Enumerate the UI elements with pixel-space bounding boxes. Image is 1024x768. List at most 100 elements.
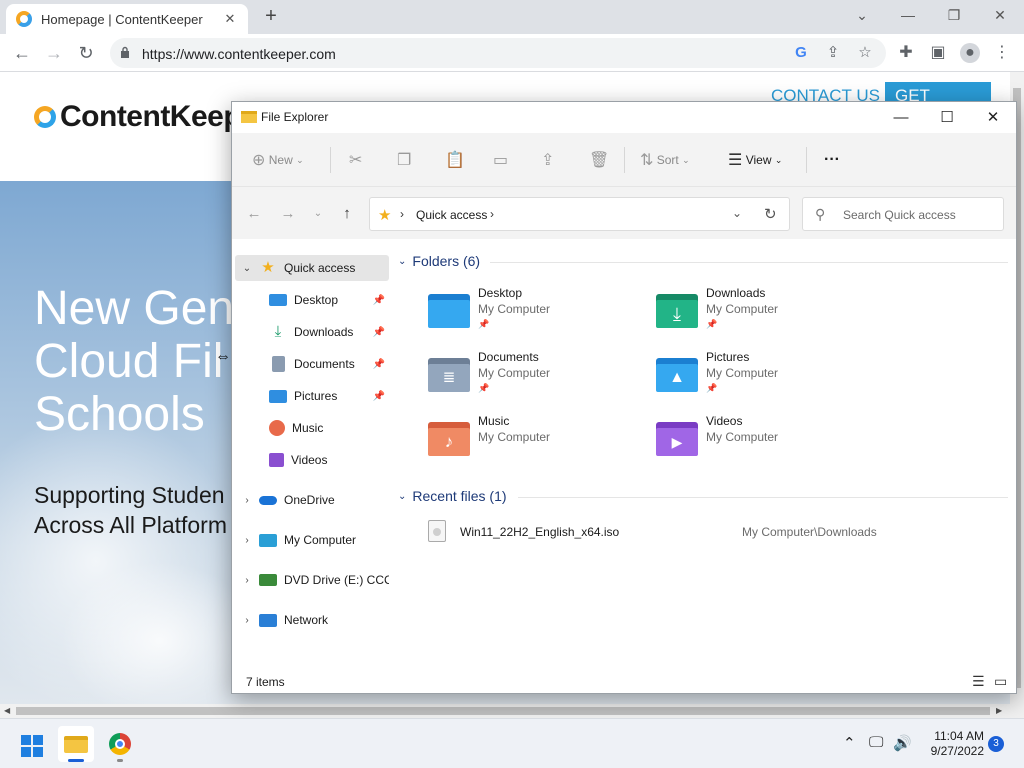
chevron-right-icon[interactable]: ›	[235, 535, 259, 546]
tab-title: Homepage | ContentKeeper	[41, 11, 203, 27]
start-windows-icon[interactable]	[21, 735, 43, 757]
refresh-icon[interactable]: ↻	[764, 205, 777, 223]
chevron-down-icon[interactable]: ⌄	[732, 206, 742, 220]
folder-tile-desktop[interactable]: Desktop My Computer 📌	[428, 286, 648, 342]
close-browser-button[interactable]: ✕	[980, 4, 1020, 26]
recent-file-row[interactable]: Win11_22H2_English_x64.iso My Computer\D…	[418, 520, 998, 544]
tab-close-icon[interactable]: ✕	[222, 11, 238, 27]
folder-tile-downloads[interactable]: ⤓ Downloads My Computer 📌	[656, 286, 876, 342]
delete-button[interactable]: 🗑	[589, 151, 609, 169]
sidebar-item-music[interactable]: Music	[235, 415, 389, 441]
extensions-icon[interactable]: ✚	[896, 43, 916, 63]
back-icon[interactable]: ←	[10, 41, 34, 65]
tab-search-icon[interactable]: ⌄	[842, 4, 882, 26]
chevron-right-icon[interactable]: ›	[235, 495, 259, 506]
folder-name: Desktop	[478, 286, 523, 300]
onedrive-icon	[259, 495, 277, 505]
profile-avatar-icon[interactable]: ●	[960, 43, 980, 63]
pin-icon: 📌	[478, 383, 490, 393]
sidebar-item-quick-access[interactable]: ⌄ ★ Quick access	[235, 255, 389, 281]
new-tab-button[interactable]: +	[260, 6, 282, 28]
network-monitor-icon[interactable]: 🖵	[869, 734, 883, 751]
search-input[interactable]: ⚲ Search Quick access	[802, 197, 1004, 231]
chevron-down-icon: ⌄	[398, 490, 407, 502]
lock-icon	[121, 46, 129, 58]
folder-tile-videos[interactable]: ▶ Videos My Computer	[656, 414, 876, 470]
sidebar-item-downloads[interactable]: ⤓ Downloads 📌	[235, 319, 389, 345]
active-indicator	[68, 759, 84, 762]
maximize-button[interactable]: ☐	[924, 102, 970, 133]
back-icon[interactable]: ←	[244, 205, 264, 223]
pictures-icon	[269, 389, 287, 403]
view-button[interactable]: ☰ View ⌄	[728, 151, 782, 169]
side-panel-icon[interactable]: ▣	[928, 43, 948, 63]
folder-name: Downloads	[706, 286, 766, 300]
sidebar-item-documents[interactable]: Documents 📌	[235, 351, 389, 377]
menu-kebab-icon[interactable]: ⋮	[992, 43, 1012, 63]
forward-icon[interactable]: →	[278, 205, 298, 223]
explorer-titlebar[interactable]: File Explorer — ☐ ✕	[232, 102, 1016, 133]
minimize-button[interactable]: —	[888, 4, 928, 26]
new-label: New	[268, 153, 293, 167]
browser-tab[interactable]: Homepage | ContentKeeper ✕	[6, 4, 248, 34]
show-hidden-icons-chevron-icon[interactable]: ⌃	[843, 734, 856, 752]
bookmark-star-icon[interactable]: ☆	[856, 44, 874, 62]
clock[interactable]: 11:04 AM 9/27/2022	[920, 729, 984, 759]
recent-locations-icon[interactable]: ⌄	[308, 205, 328, 223]
sidebar-item-network[interactable]: › Network	[235, 607, 389, 633]
folder-tile-documents[interactable]: ≣ Documents My Computer 📌	[428, 350, 648, 406]
sort-button[interactable]: ⇅ Sort ⌄	[640, 151, 690, 169]
reload-icon[interactable]: ↻	[74, 41, 98, 65]
notification-badge[interactable]: 3	[988, 736, 1004, 752]
paste-button[interactable]: 📋	[445, 151, 465, 169]
sidebar-item-videos[interactable]: Videos	[235, 447, 389, 473]
explorer-address-bar[interactable]: ★ › Quick access › ⌄ ↻	[369, 197, 790, 231]
copy-button[interactable]: ❐	[397, 151, 411, 169]
google-icon[interactable]: G	[792, 44, 810, 62]
cut-button[interactable]: ✂	[349, 151, 362, 169]
volume-icon[interactable]: 🔊	[893, 734, 912, 752]
folder-location: My Computer	[478, 302, 551, 316]
forward-icon[interactable]: →	[42, 41, 66, 65]
scrollbar-thumb[interactable]	[16, 707, 990, 715]
scroll-left-icon[interactable]: ◀	[4, 706, 10, 715]
item-count: 7 items	[246, 675, 285, 689]
folder-location: My Computer	[706, 366, 779, 380]
taskbar-file-explorer[interactable]	[58, 726, 94, 762]
page-horizontal-scrollbar[interactable]: ◀ ▶	[0, 704, 1010, 718]
hero-line: Cloud Fil	[34, 335, 224, 388]
address-bar[interactable]: https://www.contentkeeper.com G ⇪ ☆	[110, 38, 886, 68]
details-view-icon[interactable]: ☰	[972, 673, 985, 690]
recent-files-group-header[interactable]: ⌄ Recent files (1)	[398, 488, 507, 504]
chevron-right-icon[interactable]: ›	[490, 207, 494, 221]
sidebar-item-label: OneDrive	[284, 493, 335, 507]
share-icon[interactable]: ⇪	[824, 44, 842, 62]
pin-icon: 📌	[372, 358, 385, 370]
breadcrumb[interactable]: Quick access	[416, 208, 487, 222]
close-button[interactable]: ✕	[970, 102, 1016, 133]
chevron-right-icon[interactable]: ›	[235, 575, 259, 586]
restore-button[interactable]: ❐	[934, 4, 974, 26]
share-button[interactable]: ⇪	[541, 151, 554, 169]
scroll-right-icon[interactable]: ▶	[996, 706, 1002, 715]
chevron-right-icon[interactable]: ›	[235, 615, 259, 626]
new-button[interactable]: ⊕ New ⌄	[252, 151, 304, 169]
chevron-down-icon[interactable]: ⌄	[235, 263, 259, 274]
folder-tile-pictures[interactable]: ▲ Pictures My Computer 📌	[656, 350, 876, 406]
up-icon[interactable]: ↑	[337, 205, 357, 223]
sidebar-item-dvd-drive[interactable]: › DVD Drive (E:) CCCOMA_X64FRE_EN-US_DV9	[235, 567, 389, 593]
folder-name: Videos	[706, 414, 743, 428]
window-title: File Explorer	[261, 110, 329, 124]
sidebar-item-my-computer[interactable]: › My Computer	[235, 527, 389, 553]
trash-icon: 🗑	[589, 152, 610, 169]
see-more-button[interactable]: ···	[824, 151, 840, 169]
sidebar-item-onedrive[interactable]: › OneDrive	[235, 487, 389, 513]
folder-tile-music[interactable]: ♪ Music My Computer	[428, 414, 648, 470]
sidebar-item-pictures[interactable]: Pictures 📌	[235, 383, 389, 409]
sidebar-item-desktop[interactable]: Desktop 📌	[235, 287, 389, 313]
taskbar-chrome[interactable]	[102, 726, 138, 762]
folders-group-header[interactable]: ⌄ Folders (6)	[398, 253, 480, 269]
minimize-button[interactable]: —	[878, 102, 924, 133]
tiles-view-icon[interactable]: ▭	[994, 673, 1007, 690]
rename-button[interactable]: ▭	[493, 151, 508, 169]
